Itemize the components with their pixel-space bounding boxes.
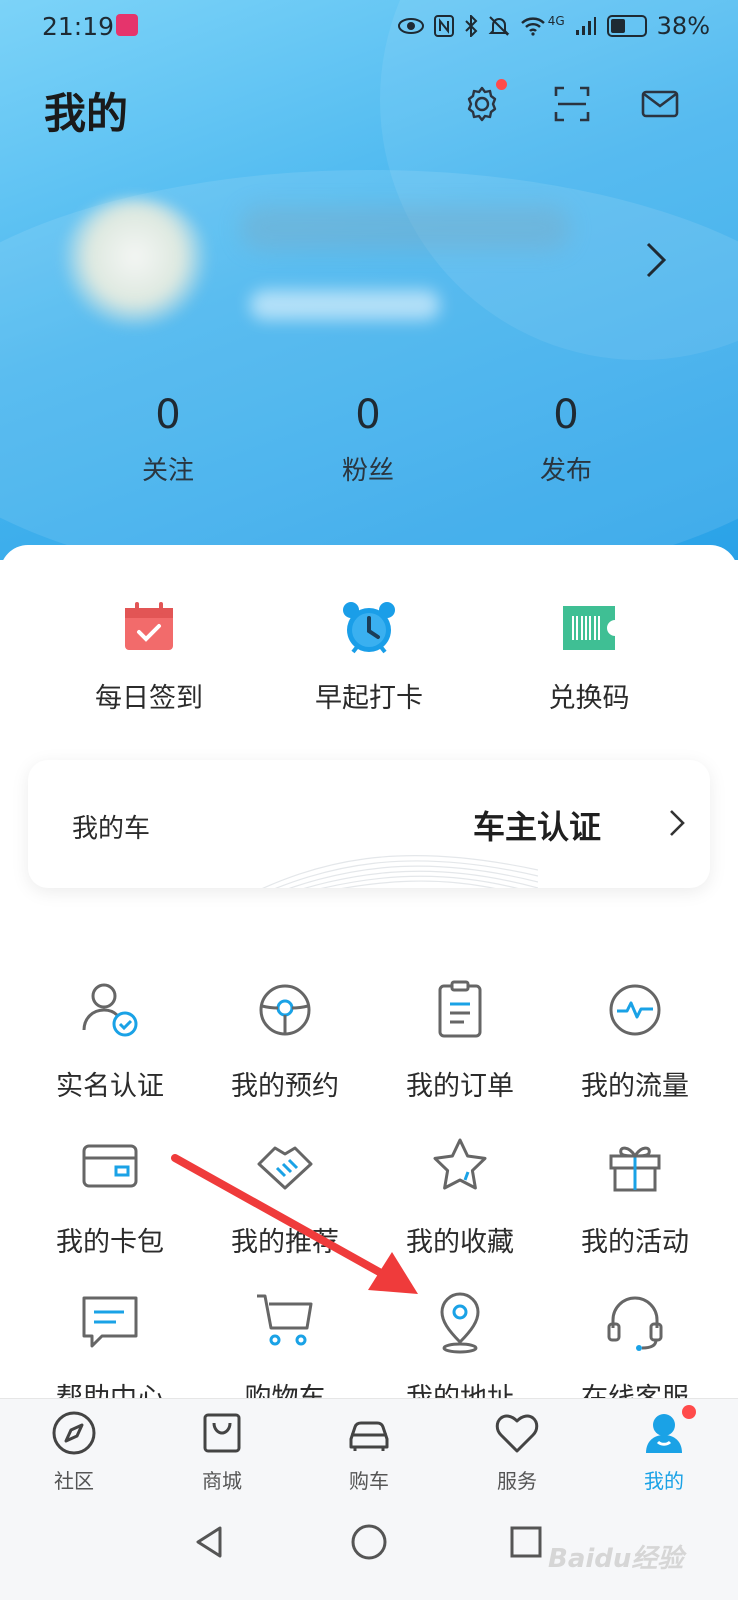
home-icon[interactable] — [349, 1522, 389, 1562]
grid-card-wallet[interactable]: 我的卡包 — [25, 1134, 195, 1259]
grid-label: 我的预约 — [231, 1071, 339, 1102]
wifi-icon — [520, 17, 545, 36]
card-wallet-icon — [82, 1144, 138, 1188]
my-car-card[interactable]: 我的车 车主认证 — [28, 760, 710, 888]
stat-follow[interactable]: 0 关注 — [88, 390, 248, 487]
handshake-icon — [257, 1146, 313, 1190]
grid-my-appointment[interactable]: 我的预约 — [200, 978, 370, 1103]
location-pin-icon — [440, 1292, 480, 1354]
grid-label: 我的推荐 — [231, 1227, 339, 1258]
bluetooth-icon — [465, 15, 478, 37]
tab-mine[interactable]: 我的 — [614, 1405, 714, 1494]
alarm-clock-icon — [343, 602, 395, 654]
mute-bell-icon — [488, 16, 510, 36]
bottom-tab-bar: 社区 商城 购车 服务 我的 — [0, 1398, 738, 1493]
settings-badge — [496, 79, 507, 90]
gift-icon — [609, 1146, 661, 1192]
grid-label: 我的卡包 — [56, 1227, 164, 1258]
network-type: 4G — [547, 14, 565, 28]
recents-icon[interactable] — [506, 1522, 546, 1562]
stat-fans[interactable]: 0 粉丝 — [288, 390, 448, 487]
chevron-right-icon — [670, 810, 685, 836]
stats-row: 0 关注 0 粉丝 0 发布 — [0, 390, 738, 510]
stat-label: 粉丝 — [341, 456, 394, 486]
status-icons: 4G 38% — [397, 12, 710, 40]
signal-icon — [575, 17, 596, 35]
quick-label: 每日签到 — [95, 683, 203, 714]
grid-shopping-cart[interactable]: 购物车 — [200, 1290, 370, 1415]
status-bar: 21:19 4G 38% — [0, 0, 738, 52]
status-time: 21:19 — [42, 12, 115, 41]
grid-my-activities[interactable]: 我的活动 — [550, 1134, 720, 1259]
scan-icon[interactable] — [550, 82, 594, 126]
stat-value: 0 — [355, 392, 381, 438]
battery-percent: 38% — [656, 12, 710, 40]
grid-my-favorites[interactable]: 我的收藏 — [375, 1134, 545, 1259]
grid-label: 我的活动 — [581, 1227, 689, 1258]
grid-my-orders[interactable]: 我的订单 — [375, 978, 545, 1103]
compass-icon — [52, 1411, 96, 1455]
shopping-bag-icon — [203, 1413, 241, 1453]
stat-posts[interactable]: 0 发布 — [486, 390, 646, 487]
nfc-icon — [433, 15, 454, 37]
help-chat-icon — [82, 1296, 138, 1348]
stat-value: 0 — [553, 392, 579, 438]
username-blurred — [240, 206, 570, 250]
grid-my-address[interactable]: 我的地址 — [375, 1290, 545, 1415]
star-icon — [433, 1138, 487, 1190]
eye-icon — [397, 18, 424, 34]
calendar-check-icon — [125, 602, 173, 650]
page-title: 我的 — [44, 89, 129, 138]
heart-icon — [495, 1414, 539, 1453]
grid-label: 我的订单 — [406, 1071, 514, 1102]
shopping-cart-icon — [257, 1294, 313, 1346]
order-list-icon — [438, 980, 482, 1038]
quick-daily-checkin[interactable]: 每日签到 — [49, 598, 249, 715]
grid-label: 实名认证 — [56, 1071, 164, 1102]
profile-chevron-icon[interactable] — [642, 240, 670, 280]
tab-services[interactable]: 服务 — [467, 1409, 567, 1494]
battery-icon — [606, 15, 647, 37]
grid-label: 我的收藏 — [406, 1227, 514, 1258]
grid-my-referrals[interactable]: 我的推荐 — [200, 1134, 370, 1259]
grid-online-service[interactable]: 在线客服 — [550, 1290, 720, 1415]
stat-label: 发布 — [539, 456, 592, 486]
profile-card[interactable] — [20, 178, 720, 348]
stat-value: 0 — [155, 392, 181, 438]
grid-label: 我的流量 — [581, 1071, 689, 1102]
profile-subtitle-blurred — [250, 290, 440, 320]
steering-wheel-icon — [259, 984, 311, 1036]
tab-buy-car[interactable]: 购车 — [319, 1409, 419, 1494]
car-icon — [349, 1421, 389, 1451]
mail-icon[interactable] — [638, 82, 682, 126]
grid-real-name-verify[interactable]: 实名认证 — [25, 978, 195, 1103]
quick-label: 早起打卡 — [315, 683, 423, 714]
profile-icon — [646, 1414, 682, 1453]
quick-label: 兑换码 — [548, 683, 630, 714]
tab-badge — [682, 1405, 696, 1419]
headset-icon — [607, 1296, 663, 1351]
grid-help-center[interactable]: 帮助中心 — [25, 1290, 195, 1415]
barcode-ticket-icon — [563, 606, 615, 650]
stat-label: 关注 — [141, 456, 194, 486]
back-icon[interactable] — [190, 1522, 230, 1562]
tab-mall[interactable]: 商城 — [172, 1409, 272, 1494]
owner-verify-link[interactable]: 车主认证 — [473, 802, 601, 848]
app-notification-icon — [116, 14, 138, 36]
quick-early-checkin[interactable]: 早起打卡 — [269, 598, 469, 715]
traffic-pulse-icon — [609, 984, 661, 1036]
my-car-label: 我的车 — [72, 814, 151, 844]
user-verified-icon — [82, 983, 138, 1037]
watermark: Baidu经验 — [548, 1544, 684, 1574]
quick-redeem-code[interactable]: 兑换码 — [489, 598, 689, 715]
avatar — [60, 198, 210, 328]
tab-community[interactable]: 社区 — [24, 1409, 124, 1494]
grid-my-traffic[interactable]: 我的流量 — [550, 978, 720, 1103]
